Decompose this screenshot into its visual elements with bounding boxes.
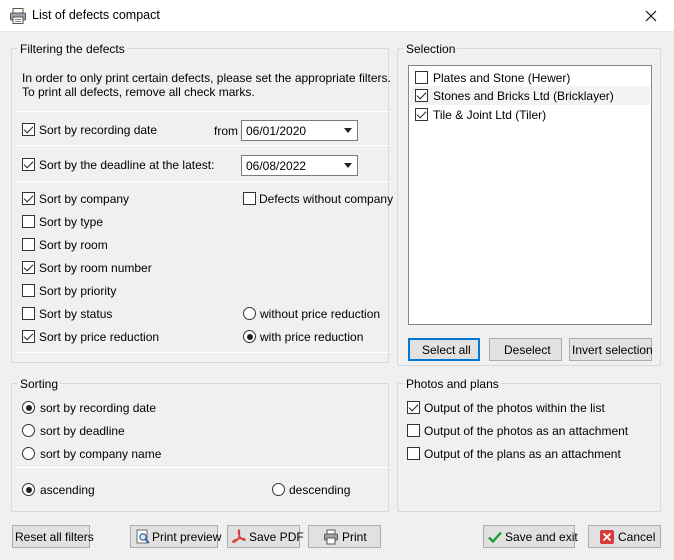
filter-info-line1: In order to only print certain defects, … [22,71,391,85]
deadline-date-value: 06/08/2022 [246,159,307,173]
sort-company-checkbox[interactable] [22,192,35,205]
checkmark-icon [488,531,502,544]
separator [16,111,389,112]
company-label: Tile & Joint Ltd (Tiler) [433,108,547,122]
sort-company-name-radio[interactable] [22,447,35,460]
company-label: Stones and Bricks Ltd (Bricklayer) [433,89,614,103]
photos-in-list-checkbox[interactable] [407,401,420,414]
separator [16,467,389,468]
deadline-checkbox[interactable] [22,158,35,171]
printer-icon [324,529,338,545]
sort-room-label: Sort by room [39,238,108,252]
descending-label: descending [289,483,351,497]
recording-date-label: Sort by recording date [39,123,158,137]
title-bar: List of defects compact [0,0,674,32]
plans-attachment-label: Output of the plans as an attachment [424,447,621,461]
descending-radio[interactable] [272,483,285,496]
with-price-reduction-radio[interactable] [243,330,256,343]
cancel-button[interactable]: Cancel [588,525,661,548]
deadline-label: Sort by the deadline at the latest: [39,158,215,172]
plans-attachment-checkbox[interactable] [407,447,420,460]
sort-priority-label: Sort by priority [39,284,117,298]
company-checkbox[interactable] [415,89,428,102]
ascending-label: ascending [40,483,95,497]
with-price-reduction-label: with price reduction [260,330,364,344]
sort-type-label: Sort by type [39,215,104,229]
deadline-date-picker[interactable]: 06/08/2022 [241,155,358,176]
sort-type-checkbox[interactable] [22,215,35,228]
select-all-button[interactable]: Select all [408,338,480,361]
selection-group-title: Selection [404,42,458,56]
sort-company-name-label: sort by company name [40,447,162,461]
sort-deadline-label: sort by deadline [40,424,125,438]
window-title: List of defects compact [32,8,160,22]
photos-attachment-checkbox[interactable] [407,424,420,437]
print-preview-button[interactable]: Print preview [130,525,221,548]
printer-icon [10,8,26,24]
print-button[interactable]: Print [308,525,381,548]
sort-company-label: Sort by company [39,192,130,206]
save-exit-button[interactable]: Save and exit [483,525,578,548]
separator [16,352,389,353]
recording-date-value: 06/01/2020 [246,124,307,138]
close-button[interactable] [628,0,674,31]
invert-selection-button[interactable]: Invert selection [569,338,653,361]
without-price-reduction-radio[interactable] [243,307,256,320]
save-pdf-button[interactable]: Save PDF [227,525,304,548]
sort-room-number-label: Sort by room number [39,261,152,275]
without-company-label: Defects without company [259,192,394,206]
separator [16,181,389,182]
photos-group-title: Photos and plans [404,377,501,391]
sorting-group-title: Sorting [18,377,61,391]
sort-status-checkbox[interactable] [22,307,35,320]
photos-attachment-label: Output of the photos as an attachment [424,424,629,438]
print-preview-icon [136,529,150,544]
without-company-checkbox[interactable] [243,192,256,205]
deselect-button[interactable]: Deselect [489,338,562,361]
sort-room-checkbox[interactable] [22,238,35,251]
list-item[interactable]: Tile & Joint Ltd (Tiler) [410,105,650,124]
company-list[interactable]: Plates and Stone (Hewer) Stones and Bric… [408,65,652,325]
company-label: Plates and Stone (Hewer) [433,71,571,85]
close-icon [645,10,657,21]
sort-priority-checkbox[interactable] [22,284,35,297]
sort-room-number-checkbox[interactable] [22,261,35,274]
filter-info-line2: To print all defects, remove all check m… [22,85,255,99]
recording-date-checkbox[interactable] [22,123,35,136]
sort-price-reduction-label: Sort by price reduction [39,330,160,344]
list-item[interactable]: Stones and Bricks Ltd (Bricklayer) [410,86,650,105]
without-price-reduction-label: without price reduction [260,307,381,321]
photos-in-list-label: Output of the photos within the list [424,401,605,415]
list-item[interactable]: Plates and Stone (Hewer) [410,67,650,86]
chevron-down-icon[interactable] [341,157,356,174]
filter-group-title: Filtering the defects [18,42,127,56]
company-checkbox[interactable] [415,71,428,84]
sort-recording-date-radio[interactable] [22,401,35,414]
sort-price-reduction-checkbox[interactable] [22,330,35,343]
pdf-icon [232,529,246,543]
recording-date-picker[interactable]: 06/01/2020 [241,120,358,141]
chevron-down-icon[interactable] [341,122,356,139]
reset-filters-button[interactable]: Reset all filters [12,525,94,548]
ascending-radio[interactable] [22,483,35,496]
sort-deadline-radio[interactable] [22,424,35,437]
company-checkbox[interactable] [415,108,428,121]
separator [16,145,389,146]
sort-recording-date-label: sort by recording date [40,401,157,415]
sort-status-label: Sort by status [39,307,113,321]
cancel-icon [600,530,614,544]
from-label: from [214,124,238,138]
